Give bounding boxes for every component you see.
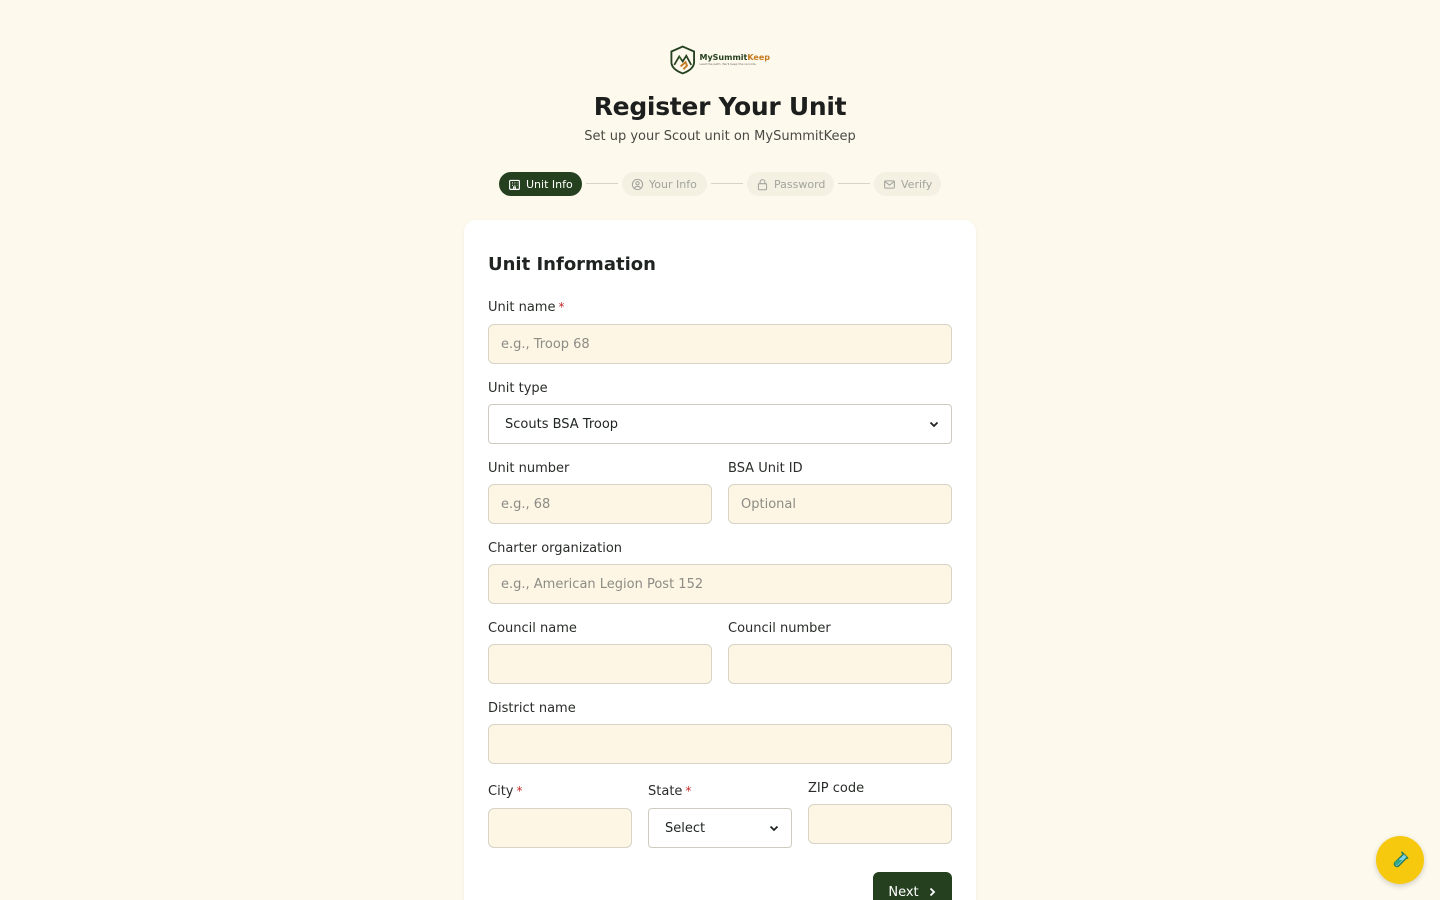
- step-password[interactable]: Password: [747, 172, 834, 196]
- next-button-label: Next: [888, 884, 919, 900]
- city-label: City *: [488, 784, 523, 799]
- step-unit-info[interactable]: Unit Info: [499, 172, 582, 196]
- charter-org-label: Charter organization: [488, 541, 623, 556]
- council-name-input[interactable]: [488, 644, 712, 684]
- city-input[interactable]: [488, 808, 632, 848]
- unit-name-label: Unit name *: [488, 300, 565, 315]
- state-value: Select: [665, 820, 706, 836]
- step-verify[interactable]: Verify: [874, 172, 941, 196]
- chevron-right-icon: [929, 887, 935, 897]
- bsa-unit-id-input[interactable]: [728, 484, 952, 524]
- zip-label: ZIP code: [808, 781, 865, 796]
- chevron-down-icon: [929, 421, 939, 428]
- page-subtitle: Set up your Scout unit on MySummitKeep: [584, 129, 856, 144]
- step-label: Verify: [901, 177, 933, 191]
- unit-info-card: Unit Information Unit name* Unit type Sc…: [464, 220, 976, 900]
- mail-icon: [884, 179, 895, 189]
- council-name-label: Council name: [488, 621, 577, 636]
- brand-name: MySummitKeep: [699, 53, 770, 62]
- mountain-shield-icon: [670, 45, 695, 75]
- step-connector: [586, 183, 618, 184]
- council-number-label: Council number: [728, 621, 831, 636]
- test-tube-icon: [1393, 851, 1409, 868]
- brand-logo: MySummitKeep Lead the path. We'll keep t…: [670, 39, 770, 81]
- step-label: Your Info: [649, 177, 697, 191]
- unit-type-value: Scouts BSA Troop: [505, 416, 619, 432]
- section-title: Unit Information: [488, 254, 656, 275]
- building-icon: [509, 179, 520, 190]
- charter-org-input[interactable]: [488, 564, 952, 604]
- unit-number-label: Unit number: [488, 461, 570, 476]
- chevron-down-icon: [769, 825, 779, 832]
- user-circle-icon: [631, 178, 644, 190]
- step-label: Password: [774, 177, 826, 191]
- next-button[interactable]: Next: [873, 872, 952, 900]
- required-mark: *: [685, 784, 692, 798]
- state-label: State *: [648, 784, 692, 799]
- step-label: Unit Info: [526, 177, 573, 191]
- registration-stepper: Unit Info Your Info Password Verify: [0, 172, 1440, 196]
- step-connector: [838, 183, 870, 184]
- district-name-input[interactable]: [488, 724, 952, 764]
- bsa-unit-id-label: BSA Unit ID: [728, 461, 803, 476]
- unit-type-select[interactable]: Scouts BSA Troop: [488, 404, 952, 444]
- district-name-label: District name: [488, 701, 576, 716]
- zip-input[interactable]: [808, 804, 952, 844]
- required-mark: *: [516, 784, 523, 798]
- brand-tagline: Lead the path. We'll keep the records.: [699, 62, 757, 66]
- unit-name-input[interactable]: [488, 324, 952, 364]
- step-connector: [711, 183, 743, 184]
- lock-icon: [757, 178, 768, 190]
- unit-type-label: Unit type: [488, 381, 548, 396]
- step-your-info[interactable]: Your Info: [622, 172, 707, 196]
- council-number-input[interactable]: [728, 644, 952, 684]
- test-tube-fab-button[interactable]: [1376, 836, 1424, 884]
- state-select[interactable]: Select: [648, 808, 792, 848]
- page-title: Register Your Unit: [593, 92, 847, 121]
- required-mark: *: [558, 300, 565, 314]
- unit-number-input[interactable]: [488, 484, 712, 524]
